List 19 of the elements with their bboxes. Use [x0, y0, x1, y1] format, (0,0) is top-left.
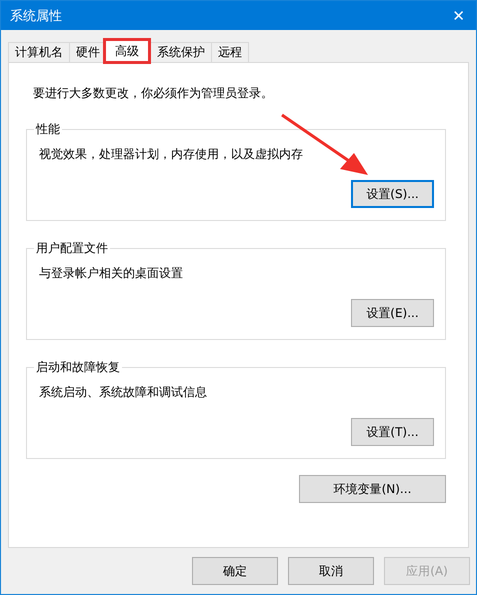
group-description: 系统启动、系统故障和调试信息	[39, 384, 208, 401]
admin-notice: 要进行大多数更改，你必须作为管理员登录。	[33, 85, 274, 102]
close-button[interactable]: ✕	[450, 6, 467, 24]
dialog-button[interactable]: 确定	[192, 557, 278, 585]
environment-variables-button[interactable]: 环境变量(N)...	[299, 475, 446, 503]
group-description: 视觉效果，处理器计划，内存使用，以及虚拟内存	[39, 146, 304, 163]
group-description: 与登录帐户相关的桌面设置	[39, 265, 184, 282]
tab[interactable]: 计算机名	[8, 42, 70, 62]
dialog-button[interactable]: 取消	[288, 557, 374, 585]
group-title: 启动和故障恢复	[36, 360, 120, 374]
settings-button[interactable]: 设置(T)...	[351, 418, 434, 446]
group-title: 用户配置文件	[36, 241, 108, 255]
tab[interactable]: 系统保护	[150, 42, 212, 62]
settings-button[interactable]: 设置(E)...	[351, 299, 434, 327]
settings-button[interactable]: 设置(S)...	[351, 180, 434, 208]
group-title: 性能	[36, 122, 60, 136]
tab[interactable]: 远程	[211, 42, 249, 62]
window-title: 系统属性	[10, 8, 62, 24]
tab[interactable]: 高级	[104, 39, 150, 63]
